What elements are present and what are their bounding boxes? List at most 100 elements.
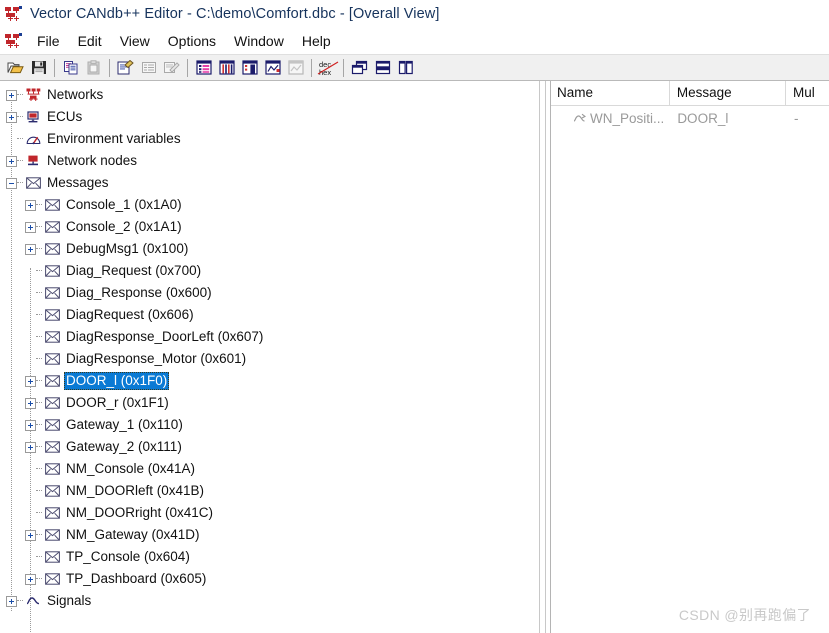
- tree-item[interactable]: DiagRequest (0x606): [0, 304, 535, 326]
- column-header-name[interactable]: Name: [550, 81, 670, 105]
- tree-item-label: Gateway_2 (0x111): [66, 439, 182, 454]
- tree-item[interactable]: NM_Gateway (0x41D): [0, 524, 535, 546]
- tree-item[interactable]: Gateway_1 (0x110): [0, 414, 535, 436]
- tree-connector: [36, 270, 42, 272]
- candb-logo-icon: [5, 6, 23, 22]
- chart-view-icon: [284, 57, 307, 79]
- tree-item-label: Gateway_1 (0x110): [66, 417, 183, 432]
- tree: Networks ECUs Environment variables Network…: [0, 84, 535, 612]
- expand-icon[interactable]: [25, 221, 36, 233]
- expand-icon[interactable]: [25, 243, 36, 255]
- tree-item[interactable]: Signals: [0, 590, 535, 612]
- tree-item[interactable]: DOOR_r (0x1F1): [0, 392, 535, 414]
- tree-toggle-placeholder: [25, 486, 36, 497]
- tree-item-label: NM_DOORright (0x41C): [66, 505, 214, 520]
- tree-item[interactable]: DiagResponse_Motor (0x601): [0, 348, 535, 370]
- menu-bar: File Edit View Options Window Help: [0, 28, 829, 54]
- menu-window[interactable]: Window: [225, 31, 293, 51]
- tree-item[interactable]: Diag_Request (0x700): [0, 260, 535, 282]
- tree-item[interactable]: NM_Console (0x41A): [0, 458, 535, 480]
- column-header-message[interactable]: Message: [670, 81, 786, 105]
- list-row[interactable]: WN_Positi... DOOR_l -: [550, 106, 829, 130]
- tree-item[interactable]: Gateway_2 (0x111): [0, 436, 535, 458]
- expand-icon[interactable]: [25, 441, 36, 453]
- tree-item[interactable]: Diag_Response (0x600): [0, 282, 535, 304]
- tree-item[interactable]: Console_2 (0x1A1): [0, 216, 535, 238]
- tile-horizontal-icon[interactable]: [371, 57, 394, 79]
- expand-icon[interactable]: [6, 111, 17, 123]
- expand-icon[interactable]: [25, 375, 36, 387]
- menu-help[interactable]: Help: [293, 31, 340, 51]
- overall-view-icon[interactable]: [192, 57, 215, 79]
- menu-view[interactable]: View: [111, 31, 159, 51]
- expand-icon[interactable]: [25, 419, 36, 431]
- menu-file[interactable]: File: [28, 31, 69, 51]
- toolbar: dec hex: [0, 54, 829, 81]
- column-header-mul[interactable]: Mul: [786, 81, 829, 105]
- tree-item-label: Diag_Request (0x700): [66, 263, 202, 278]
- message-icon: [44, 285, 60, 301]
- menu-edit[interactable]: Edit: [69, 31, 111, 51]
- expand-icon[interactable]: [25, 397, 36, 409]
- cell-name-text: WN_Positi...: [590, 110, 665, 126]
- tree-item-label: NM_DOORleft (0x41B): [66, 483, 205, 498]
- tree-item[interactable]: NM_DOORleft (0x41B): [0, 480, 535, 502]
- tree-item-label: DiagResponse_Motor (0x601): [66, 351, 247, 366]
- tree-item[interactable]: Environment variables: [0, 128, 535, 150]
- tree-item[interactable]: Network nodes: [0, 150, 535, 172]
- expand-icon[interactable]: [25, 529, 36, 541]
- tree-item[interactable]: ECUs: [0, 106, 535, 128]
- ecu-icon: [25, 109, 41, 125]
- expand-icon[interactable]: [25, 573, 36, 585]
- expand-icon[interactable]: [6, 155, 17, 167]
- tree-item[interactable]: TP_Dashboard (0x605): [0, 568, 535, 590]
- tree-item[interactable]: TP_Console (0x604): [0, 546, 535, 568]
- tree-connector: [36, 424, 42, 426]
- message-icon: [44, 395, 60, 411]
- expand-icon[interactable]: [6, 595, 17, 607]
- tile-vertical-icon[interactable]: [394, 57, 417, 79]
- tree-connector: [36, 292, 42, 294]
- tree-item[interactable]: DebugMsg1 (0x100): [0, 238, 535, 260]
- collapse-icon[interactable]: [6, 177, 17, 189]
- tree-item[interactable]: Console_1 (0x1A0): [0, 194, 535, 216]
- dec-hex-icon[interactable]: dec hex: [316, 57, 339, 79]
- tree-item-label: DebugMsg1 (0x100): [66, 241, 189, 256]
- copy-icon[interactable]: [59, 57, 82, 79]
- pane-splitter[interactable]: [535, 81, 549, 633]
- tree-item[interactable]: NM_DOORright (0x41C): [0, 502, 535, 524]
- cell-mul: -: [794, 110, 799, 126]
- tree-connector: [36, 314, 42, 316]
- toolbar-separator: [187, 58, 188, 77]
- tree-item[interactable]: DOOR_l (0x1F0): [0, 370, 535, 392]
- tree-connector: [36, 490, 42, 492]
- tree-item[interactable]: Messages: [0, 172, 535, 194]
- tree-connector: [17, 94, 23, 96]
- expand-icon[interactable]: [6, 89, 17, 101]
- edit-properties-icon[interactable]: [114, 57, 137, 79]
- tree-item[interactable]: DiagResponse_DoorLeft (0x607): [0, 326, 535, 348]
- signal-list-pane[interactable]: Name Message Mul WN_Positi... DOOR_l -: [549, 81, 829, 633]
- matrix-view-icon[interactable]: [215, 57, 238, 79]
- expand-icon[interactable]: [25, 199, 36, 211]
- title-bar: Vector CANdb++ Editor - C:\demo\Comfort.…: [0, 0, 829, 28]
- tree-item-label: Environment variables: [47, 131, 181, 146]
- menu-options[interactable]: Options: [159, 31, 225, 51]
- networks-icon: [25, 87, 41, 103]
- toolbar-separator: [54, 58, 55, 77]
- system-menu-icon[interactable]: [5, 33, 23, 49]
- tree-item-label: NM_Console (0x41A): [66, 461, 196, 476]
- tree-item-label: Signals: [47, 593, 92, 608]
- tree-item[interactable]: Networks: [0, 84, 535, 106]
- cascade-windows-icon[interactable]: [348, 57, 371, 79]
- candb-editor-window: Vector CANdb++ Editor - C:\demo\Comfort.…: [0, 0, 829, 633]
- message-icon: [44, 527, 60, 543]
- message-icon: [44, 197, 60, 213]
- layout-view-icon[interactable]: [238, 57, 261, 79]
- save-icon[interactable]: [27, 57, 50, 79]
- open-icon[interactable]: [4, 57, 27, 79]
- tree-toggle-placeholder: [6, 134, 17, 145]
- signal-view-icon[interactable]: [261, 57, 284, 79]
- overall-view-tree-pane[interactable]: Networks ECUs Environment variables Network…: [0, 81, 535, 633]
- message-icon: [44, 329, 60, 345]
